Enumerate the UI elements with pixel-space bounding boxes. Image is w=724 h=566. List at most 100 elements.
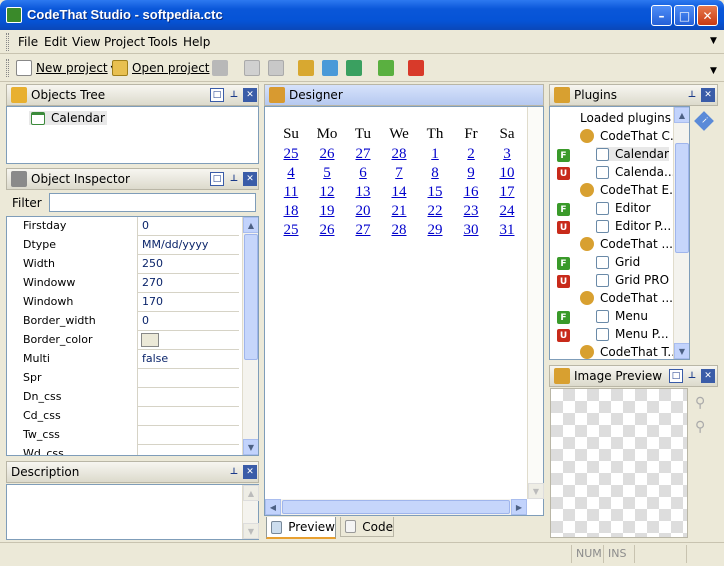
calendar-day-link[interactable]: 4 bbox=[287, 165, 295, 181]
calendar-day-link[interactable]: 12 bbox=[320, 184, 335, 200]
property-row[interactable]: Dn_css bbox=[7, 388, 239, 407]
restore-icon[interactable]: □ bbox=[210, 88, 224, 102]
hscroll-thumb[interactable] bbox=[282, 500, 510, 514]
plugin-item[interactable]: Editor P... bbox=[596, 219, 671, 233]
scroll-down-icon[interactable]: ▼ bbox=[243, 439, 258, 455]
property-scrollbar[interactable]: ▲ ▼ bbox=[242, 217, 258, 455]
calendar-day-link[interactable]: 7 bbox=[395, 165, 403, 181]
property-value[interactable] bbox=[140, 407, 142, 426]
menu-view[interactable]: View bbox=[72, 35, 100, 49]
menu-tools[interactable]: Tools bbox=[148, 35, 178, 49]
calendar-day-link[interactable]: 22 bbox=[428, 203, 443, 219]
property-value[interactable]: 170 bbox=[140, 293, 163, 312]
property-row[interactable]: Border_color bbox=[7, 331, 239, 350]
image-button[interactable] bbox=[322, 58, 338, 78]
calendar-day-link[interactable]: 2 bbox=[467, 146, 475, 162]
plugin-item[interactable]: Grid PRO bbox=[596, 273, 669, 287]
save-button[interactable] bbox=[212, 58, 228, 78]
close-button[interactable]: ✕ bbox=[697, 5, 718, 26]
pin-icon[interactable]: ⊥ bbox=[227, 88, 241, 102]
tab-code[interactable]: Code bbox=[340, 517, 394, 537]
plugins-root[interactable]: Loaded plugins bbox=[580, 111, 671, 125]
calendar-day-link[interactable]: 26 bbox=[320, 222, 335, 238]
property-row[interactable]: Windoww 270 bbox=[7, 274, 239, 293]
tab-preview[interactable]: Preview bbox=[266, 517, 336, 539]
color-swatch[interactable] bbox=[141, 333, 159, 347]
property-value[interactable]: 0 bbox=[140, 217, 149, 236]
new-project-button[interactable]: New project ▼ bbox=[16, 58, 117, 78]
property-row[interactable]: Dtype MM/dd/yyyy bbox=[7, 236, 239, 255]
close-icon[interactable]: ✕ bbox=[701, 88, 715, 102]
menu-help[interactable]: Help bbox=[183, 35, 210, 49]
info-icon[interactable]: i bbox=[694, 111, 714, 131]
property-value[interactable] bbox=[140, 388, 142, 407]
link-button[interactable] bbox=[298, 58, 314, 78]
property-value[interactable]: 250 bbox=[140, 255, 163, 274]
calendar-day-link[interactable]: 23 bbox=[464, 203, 479, 219]
calendar-day-link[interactable]: 24 bbox=[500, 203, 515, 219]
map-button[interactable] bbox=[346, 58, 362, 78]
calendar-day-link[interactable]: 13 bbox=[356, 184, 371, 200]
property-value[interactable]: false bbox=[140, 350, 168, 369]
property-row[interactable]: Width 250 bbox=[7, 255, 239, 274]
close-icon[interactable]: ✕ bbox=[243, 465, 257, 479]
menu-file[interactable]: File bbox=[18, 35, 38, 49]
plugin-group[interactable]: CodeThat E... bbox=[580, 183, 681, 197]
calendar-day-link[interactable]: 31 bbox=[500, 222, 515, 238]
property-row[interactable]: Tw_css bbox=[7, 426, 239, 445]
scroll-down-icon[interactable]: ▼ bbox=[674, 343, 689, 359]
calendar-day-link[interactable]: 14 bbox=[392, 184, 407, 200]
calendar-day-link[interactable]: 28 bbox=[392, 222, 407, 238]
close-icon[interactable]: ✕ bbox=[243, 88, 257, 102]
plugin-item[interactable]: Menu bbox=[596, 309, 648, 323]
scroll-thumb[interactable] bbox=[675, 143, 689, 253]
property-row[interactable]: Cd_css bbox=[7, 407, 239, 426]
calendar-day-link[interactable]: 18 bbox=[284, 203, 299, 219]
designer-vscroll[interactable]: ▼ bbox=[527, 107, 544, 499]
plugin-group[interactable]: CodeThat C... bbox=[580, 129, 681, 143]
property-value[interactable] bbox=[140, 369, 142, 388]
plugin-group[interactable]: CodeThat T... bbox=[580, 345, 679, 359]
property-value[interactable]: 0 bbox=[140, 312, 149, 331]
scroll-right-icon[interactable]: ▶ bbox=[511, 499, 527, 515]
restore-icon[interactable]: □ bbox=[210, 172, 224, 186]
scroll-up-icon[interactable]: ▲ bbox=[243, 485, 259, 501]
property-row[interactable]: Multi false bbox=[7, 350, 239, 369]
menu-project[interactable]: Project bbox=[104, 35, 145, 49]
plugin-item[interactable]: Grid bbox=[596, 255, 640, 269]
property-row[interactable]: Windowh 170 bbox=[7, 293, 239, 312]
maximize-button[interactable]: □ bbox=[674, 5, 695, 26]
property-value[interactable] bbox=[140, 426, 142, 445]
calendar-day-link[interactable]: 11 bbox=[284, 184, 298, 200]
pin-icon[interactable]: ⊥ bbox=[685, 369, 699, 383]
calendar-day-link[interactable]: 28 bbox=[392, 146, 407, 162]
menu-chevron-icon[interactable]: ▼ bbox=[710, 36, 717, 46]
calendar-day-link[interactable]: 26 bbox=[320, 146, 335, 162]
plugin-item[interactable]: Calenda... bbox=[596, 165, 675, 179]
calendar-day-link[interactable]: 25 bbox=[284, 222, 299, 238]
property-row[interactable]: Firstday 0 bbox=[7, 217, 239, 236]
calendar-day-link[interactable]: 17 bbox=[500, 184, 515, 200]
restore-icon[interactable]: □ bbox=[669, 369, 683, 383]
plugin-item[interactable]: Menu P... bbox=[596, 327, 669, 341]
close-icon[interactable]: ✕ bbox=[243, 172, 257, 186]
plugin-item[interactable]: Calendar bbox=[596, 147, 669, 161]
calendar-day-link[interactable]: 3 bbox=[503, 146, 511, 162]
scroll-thumb[interactable] bbox=[244, 234, 258, 360]
refresh-button[interactable] bbox=[378, 58, 394, 78]
plugin-group[interactable]: CodeThat ... bbox=[580, 237, 673, 251]
scroll-down-icon[interactable]: ▼ bbox=[243, 523, 259, 539]
scroll-down-icon[interactable]: ▼ bbox=[528, 483, 544, 499]
property-value[interactable] bbox=[140, 445, 142, 455]
calendar-day-link[interactable]: 8 bbox=[431, 165, 439, 181]
zoom-in-icon[interactable]: ⚲ bbox=[695, 395, 705, 411]
description-scrollbar[interactable]: ▲ ▼ bbox=[242, 485, 259, 539]
property-value[interactable]: MM/dd/yyyy bbox=[140, 236, 208, 255]
calendar-day-link[interactable]: 30 bbox=[464, 222, 479, 238]
scroll-up-icon[interactable]: ▲ bbox=[674, 107, 689, 123]
open-project-button[interactable]: Open project ▼ bbox=[112, 58, 219, 78]
pin-icon[interactable]: ⊥ bbox=[685, 88, 699, 102]
plugin-group[interactable]: CodeThat ... bbox=[580, 291, 673, 305]
property-row[interactable]: Wd_css bbox=[7, 445, 239, 455]
calendar-day-link[interactable]: 20 bbox=[356, 203, 371, 219]
